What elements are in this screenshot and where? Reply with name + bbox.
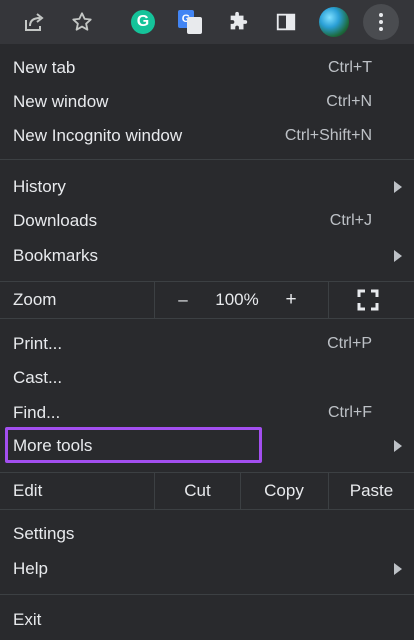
copy-button[interactable]: Copy — [241, 473, 327, 509]
menu-item-new-window[interactable]: New window Ctrl+N — [0, 85, 414, 119]
menu-separator — [0, 594, 414, 595]
chrome-main-menu: New tab Ctrl+T New window Ctrl+N New Inc… — [0, 44, 414, 640]
side-panel-glyph — [276, 13, 296, 31]
browser-toolbar: G G — [0, 0, 414, 44]
zoom-out-button[interactable]: – — [166, 282, 200, 318]
side-panel-icon[interactable] — [268, 4, 304, 40]
zoom-level: 100% — [215, 290, 259, 309]
menu-item-new-incognito[interactable]: New Incognito window Ctrl+Shift+N — [0, 119, 414, 153]
avatar-image — [319, 7, 349, 37]
menu-separator — [0, 509, 414, 510]
menu-item-new-tab[interactable]: New tab Ctrl+T — [0, 51, 414, 85]
menu-item-label: Downloads — [13, 211, 98, 230]
menu-separator — [0, 159, 414, 160]
menu-row-zoom: Zoom – 100% + — [0, 282, 414, 318]
grammarly-icon[interactable]: G — [125, 4, 161, 40]
menu-item-shortcut: Ctrl+F — [328, 404, 372, 421]
zoom-label: Zoom — [13, 290, 57, 309]
menu-item-label: Cast... — [13, 368, 63, 387]
menu-item-cast[interactable]: Cast... — [0, 361, 414, 395]
menu-item-label: Help — [13, 559, 48, 578]
menu-item-label: New Incognito window — [13, 126, 183, 145]
translate-badge: G — [178, 10, 202, 34]
zoom-in-button[interactable]: + — [274, 282, 308, 318]
star-icon[interactable] — [64, 4, 100, 40]
menu-item-label: Bookmarks — [13, 246, 99, 265]
share-icon-glyph — [25, 13, 44, 31]
menu-item-settings[interactable]: Settings — [0, 517, 414, 551]
menu-item-label: Exit — [13, 610, 42, 629]
menu-row-edit: Edit Cut Copy Paste — [0, 473, 414, 509]
submenu-arrow-icon — [394, 440, 402, 452]
menu-item-label: Print... — [13, 334, 63, 353]
menu-item-label: History — [13, 177, 66, 196]
menu-item-label: New tab — [13, 58, 76, 77]
paste-button[interactable]: Paste — [329, 473, 414, 509]
translate-badge-back — [187, 17, 202, 34]
share-icon[interactable] — [16, 4, 52, 40]
submenu-arrow-icon — [394, 563, 402, 575]
menu-item-print[interactable]: Print... Ctrl+P — [0, 327, 414, 361]
menu-item-label: New window — [13, 92, 109, 111]
google-translate-icon[interactable]: G — [172, 4, 208, 40]
menu-separator — [0, 318, 414, 319]
menu-item-shortcut: Ctrl+T — [328, 59, 372, 76]
menu-item-exit[interactable]: Exit — [0, 603, 414, 637]
menu-item-bookmarks[interactable]: Bookmarks — [0, 239, 414, 273]
fullscreen-button[interactable] — [350, 282, 386, 318]
menu-item-find[interactable]: Find... Ctrl+F — [0, 396, 414, 430]
menu-item-history[interactable]: History — [0, 170, 414, 204]
menu-item-shortcut: Ctrl+P — [327, 335, 372, 352]
cut-button[interactable]: Cut — [155, 473, 240, 509]
fullscreen-icon — [357, 289, 379, 311]
menu-item-help[interactable]: Help — [0, 552, 414, 586]
more-menu-icon[interactable] — [363, 4, 399, 40]
menu-item-label: Find... — [13, 403, 61, 422]
puzzle-icon — [230, 11, 248, 30]
menu-item-label: Settings — [13, 524, 75, 543]
zoom-divider — [154, 282, 155, 318]
star-icon-glyph — [72, 12, 92, 31]
highlight-box — [5, 427, 262, 463]
zoom-divider — [328, 282, 329, 318]
menu-item-shortcut: Ctrl+J — [329, 212, 372, 229]
edit-label: Edit — [13, 481, 43, 500]
extensions-icon[interactable] — [220, 4, 256, 40]
menu-item-shortcut: Ctrl+N — [326, 93, 372, 110]
profile-avatar[interactable] — [316, 4, 352, 40]
grammarly-badge: G — [131, 10, 155, 34]
submenu-arrow-icon — [394, 181, 402, 193]
three-dots-icon — [379, 13, 383, 31]
menu-item-shortcut: Ctrl+Shift+N — [284, 127, 372, 144]
menu-item-downloads[interactable]: Downloads Ctrl+J — [0, 204, 414, 238]
submenu-arrow-icon — [394, 250, 402, 262]
